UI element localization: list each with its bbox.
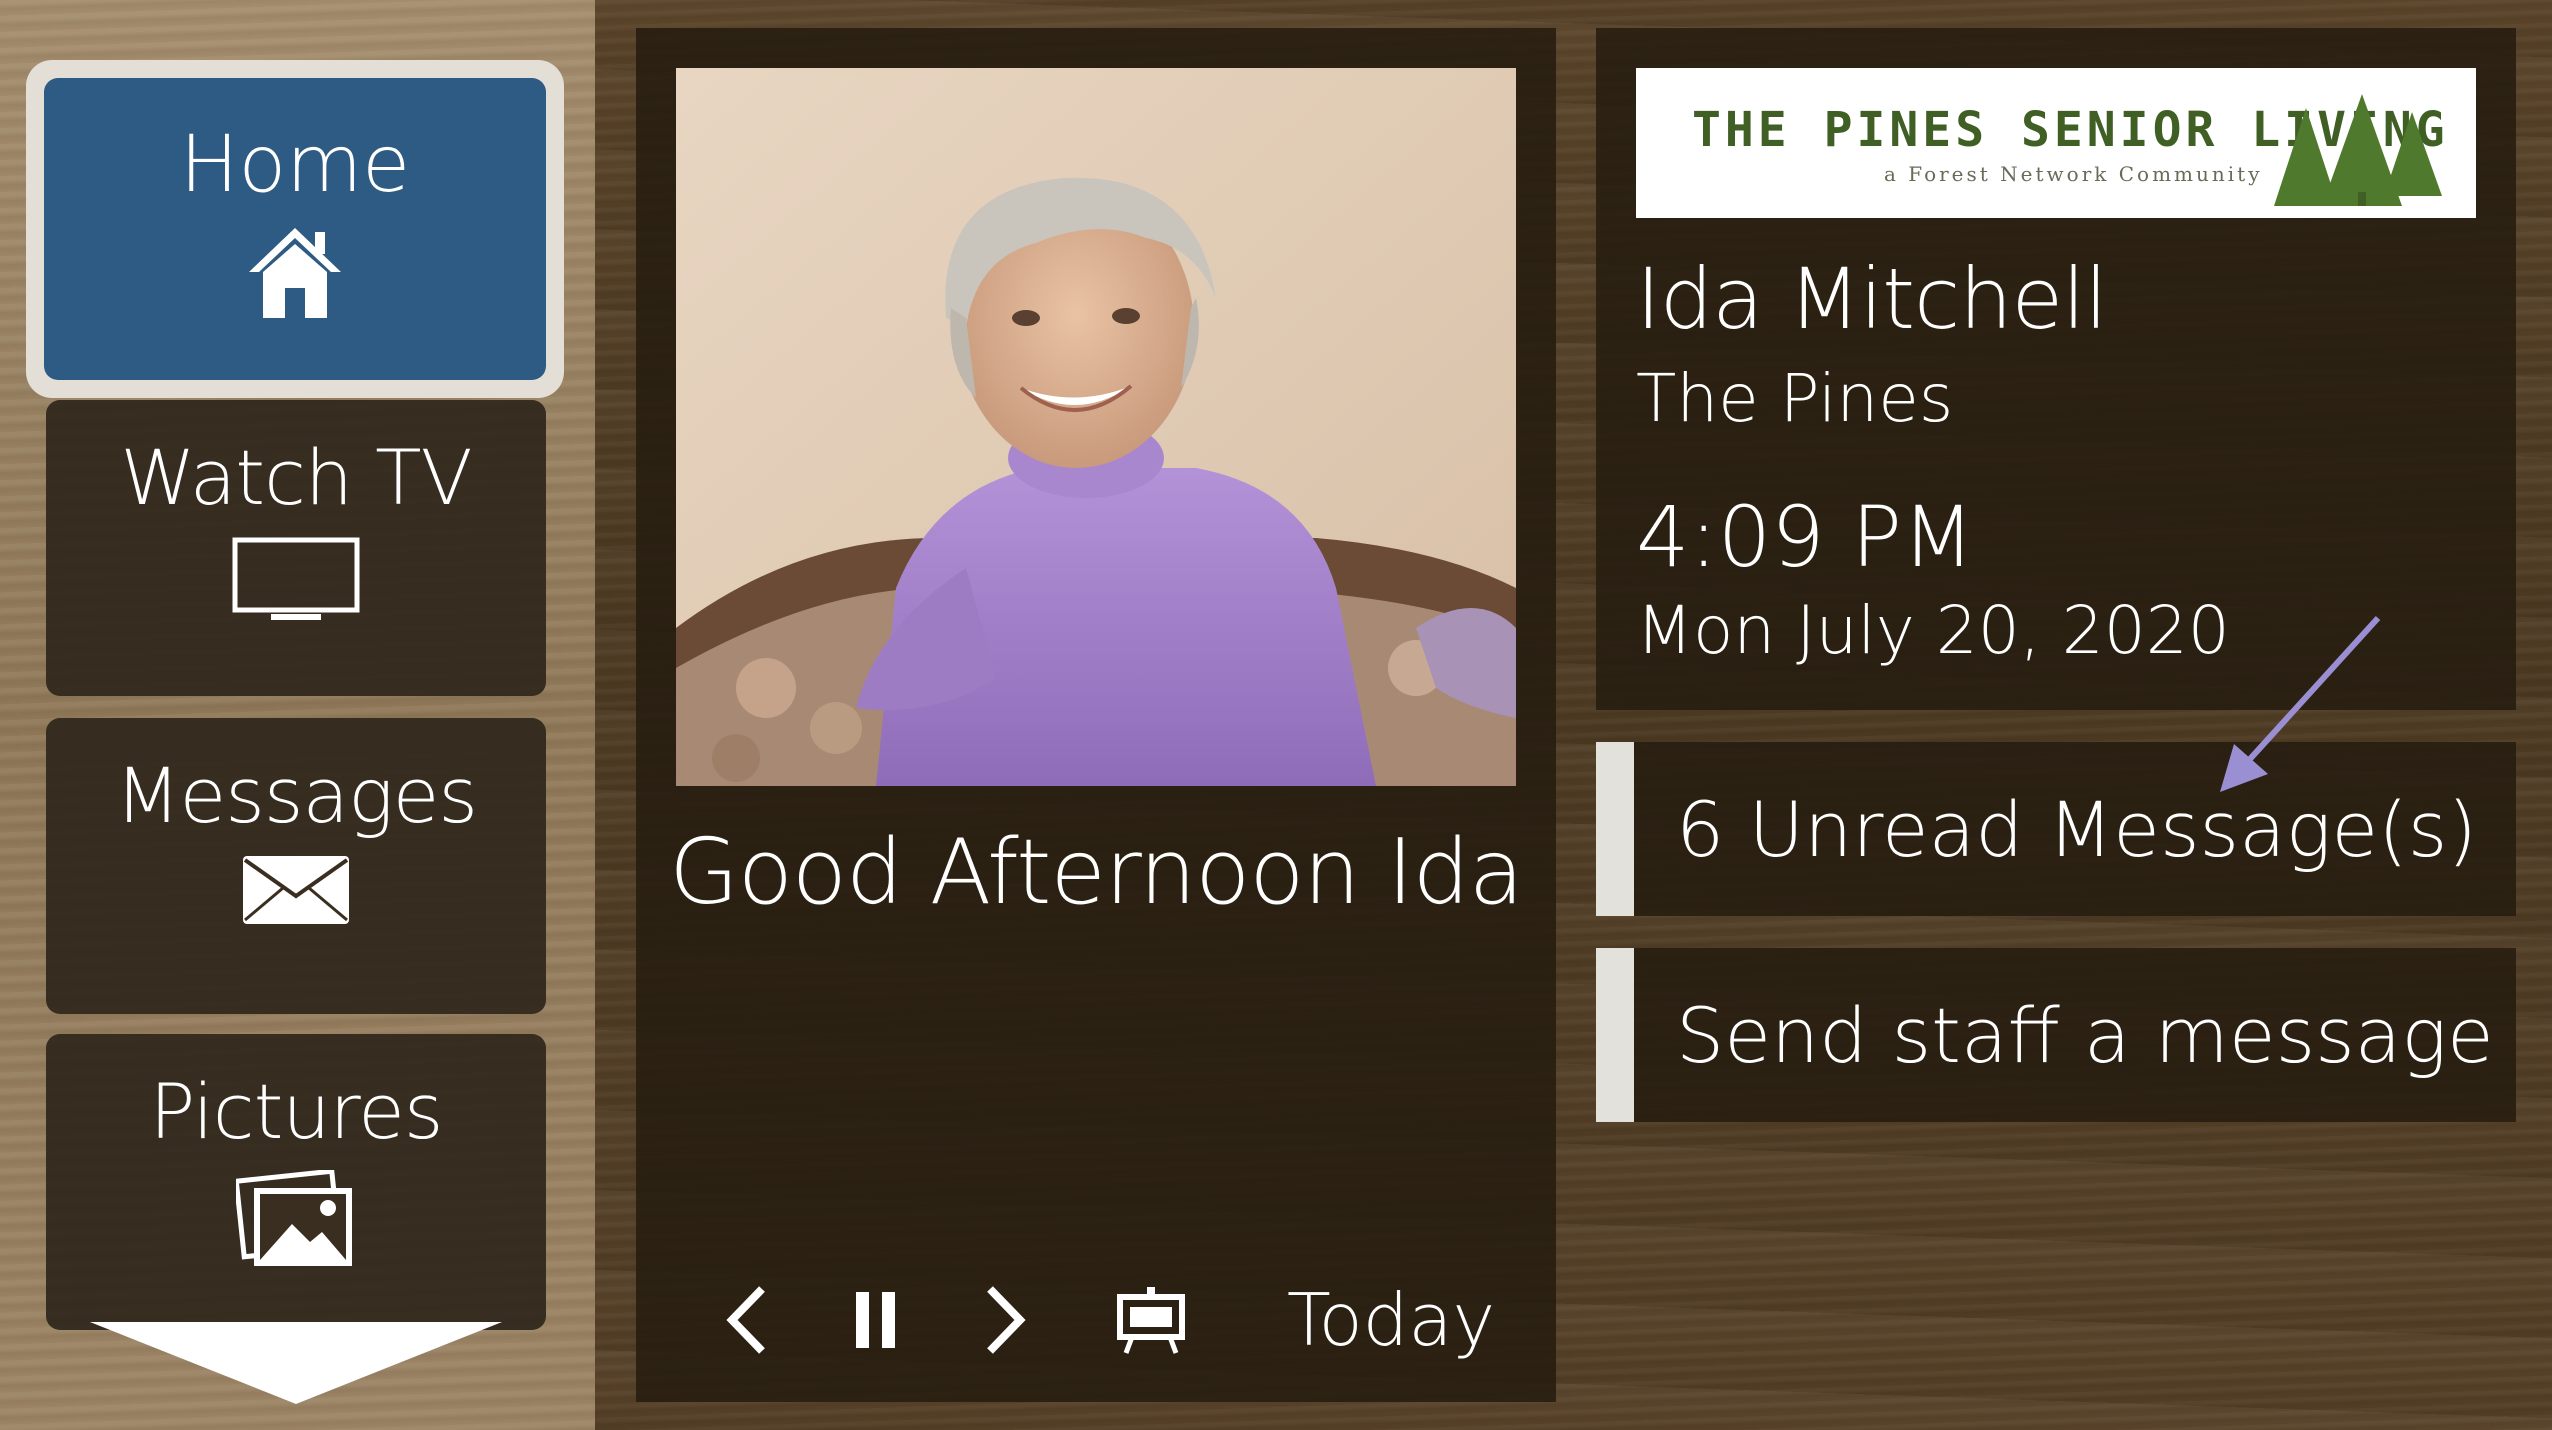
nav-pictures-button[interactable]: Pictures [46, 1034, 546, 1330]
chevron-left-icon[interactable] [706, 1270, 786, 1370]
pointer-arrow-icon [2220, 615, 2381, 792]
nav-watch-tv-label: Watch TV [120, 433, 472, 522]
row-accent-bar [1596, 742, 1634, 916]
send-staff-message-label: Send staff a message [1676, 990, 2494, 1080]
community-logo: THE PINES SENIOR LIVING a Forest Network… [1636, 68, 2476, 218]
resident-photo [676, 68, 1516, 786]
pictures-icon [46, 1170, 546, 1270]
envelope-icon [46, 854, 546, 926]
home-icon [44, 222, 546, 322]
row-accent-bar [1596, 948, 1634, 1122]
send-staff-message-button[interactable]: Send staff a message [1596, 948, 2516, 1122]
pause-icon[interactable] [836, 1270, 916, 1370]
pine-trees-icon [2274, 94, 2442, 206]
nav-watch-tv-button[interactable]: Watch TV [46, 400, 546, 696]
nav-messages-button[interactable]: Messages [46, 718, 546, 1014]
current-date: Mon July 20, 2020 [1636, 592, 2230, 669]
community-name: The Pines [1636, 360, 1954, 437]
tv-icon [46, 536, 546, 626]
greeting-text: Good Afternoon Ida [669, 820, 1524, 925]
nav-pictures-label: Pictures [149, 1067, 444, 1156]
nav-messages-label: Messages [114, 751, 478, 840]
today-button[interactable]: Today [1266, 1270, 1516, 1370]
logo-subtitle: a Forest Network Community [1884, 162, 2263, 186]
nav-home-button[interactable]: Home [44, 78, 546, 380]
current-time: 4:09 PM [1636, 488, 1975, 586]
nav-home-label: Home [179, 120, 411, 210]
easel-icon[interactable] [1106, 1270, 1196, 1370]
resident-name: Ida Mitchell [1636, 250, 2108, 348]
chevron-right-icon[interactable] [966, 1270, 1046, 1370]
chevron-down-icon[interactable] [90, 1322, 502, 1404]
slideshow-controls: Today [636, 1270, 1556, 1370]
